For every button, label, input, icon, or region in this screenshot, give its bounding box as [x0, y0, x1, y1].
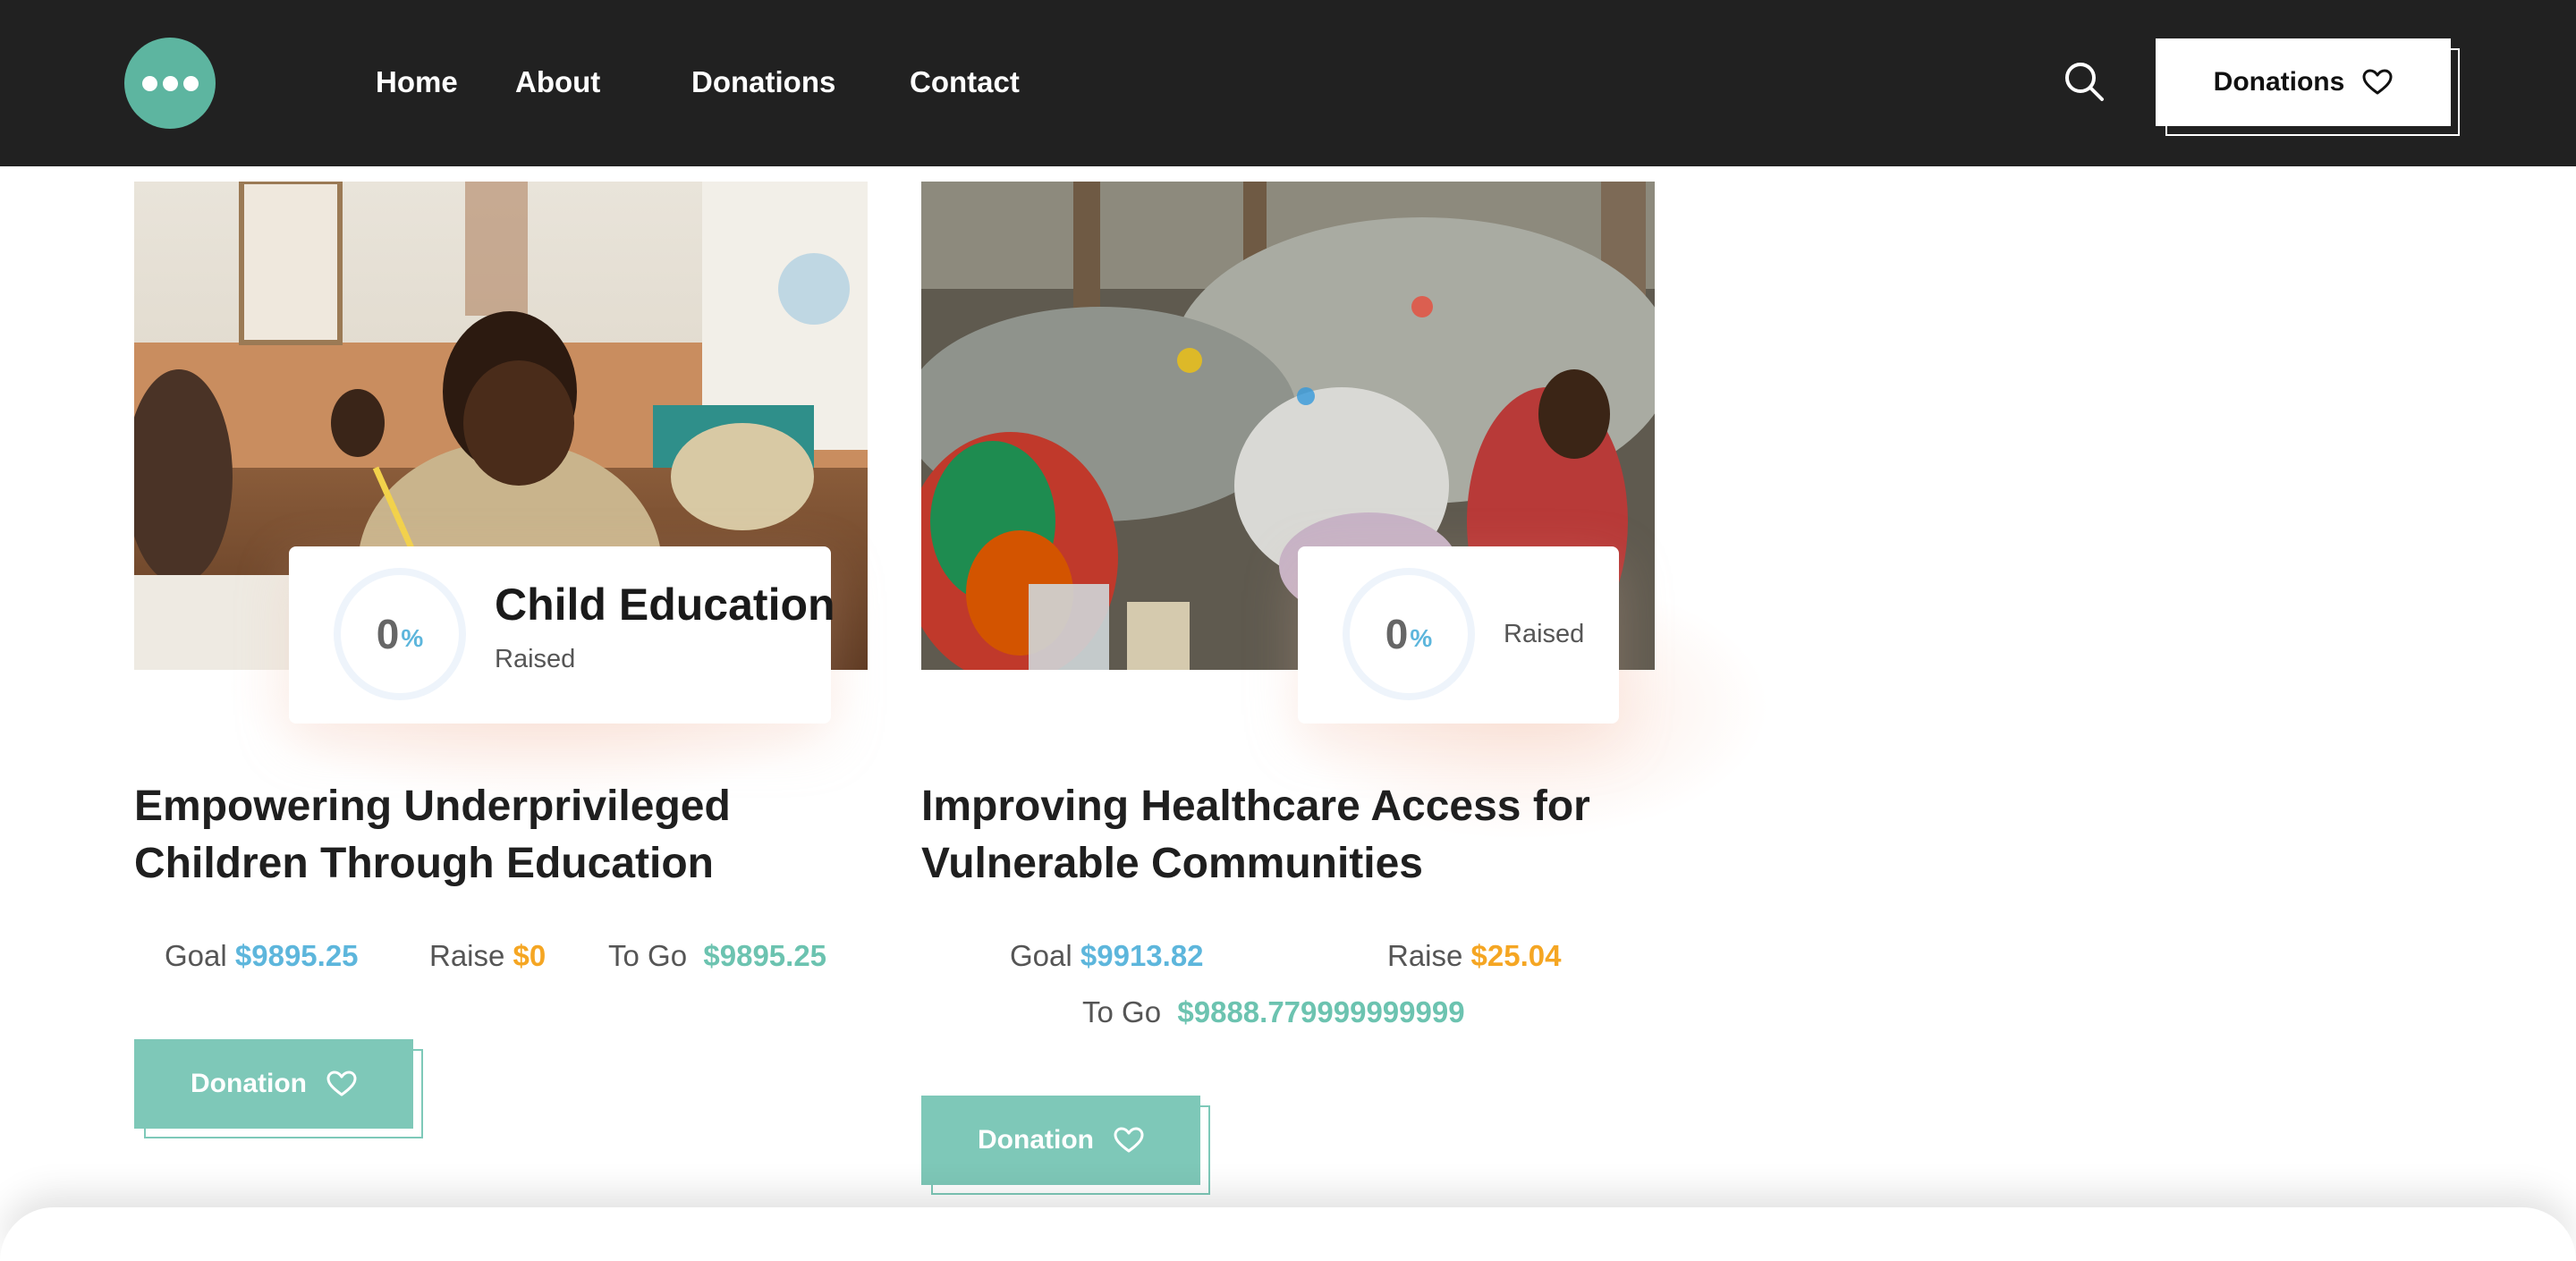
raise-value: $25.04 [1470, 939, 1562, 972]
donation-button-label: Donation [191, 1069, 307, 1098]
togo-label: To Go [608, 939, 688, 972]
progress-percent: 0 [376, 611, 400, 657]
card-title[interactable]: Empowering Underprivileged Children Thro… [134, 778, 877, 893]
progress-card: 0% Raised [1298, 546, 1619, 724]
togo-label: To Go [1082, 995, 1162, 1028]
raised-label: Raised [495, 645, 576, 673]
togo-value: $9895.25 [703, 939, 827, 972]
togo-stat: To Go $9895.25 [608, 939, 826, 973]
heart-icon [2362, 69, 2393, 95]
logo[interactable] [124, 38, 216, 129]
nav-donations-button[interactable]: Donations [2156, 38, 2451, 126]
donation-button-label: Donation [978, 1125, 1094, 1155]
progress-card: 0% Child Education Raised [289, 546, 835, 724]
card-title[interactable]: Improving Healthcare Access for Vulnerab… [921, 778, 1664, 893]
navbar: Home About Donations Contact Donations [0, 0, 2576, 166]
nav-contact-link[interactable]: Contact [910, 63, 1020, 102]
raise-stat: Raise $0 [429, 939, 546, 973]
goal-label: Goal [165, 939, 227, 972]
raise-stat: Raise $25.04 [1387, 939, 1561, 973]
logo-dot [141, 75, 157, 91]
donation-button[interactable]: Donation [134, 1039, 413, 1129]
progress-ring: 0% [1343, 568, 1475, 700]
goal-label: Goal [1010, 939, 1072, 972]
nav-home-link[interactable]: Home [376, 63, 458, 102]
raise-value: $0 [513, 939, 547, 972]
card-category: Child Education [495, 580, 835, 630]
progress-percent: 0 [1385, 611, 1409, 657]
raise-label: Raise [429, 939, 505, 972]
goal-value: $9913.82 [1080, 939, 1204, 972]
donation-button[interactable]: Donation [921, 1096, 1200, 1185]
togo-stat: To Go $9888.779999999999 [1082, 995, 1465, 1029]
raise-label: Raise [1387, 939, 1463, 972]
nav-donations-link[interactable]: Donations [691, 63, 835, 102]
logo-dot [162, 75, 178, 91]
nav-about-link[interactable]: About [515, 63, 600, 102]
logo-dot [182, 75, 199, 91]
raised-label: Raised [1504, 620, 1585, 648]
percent-symbol: % [401, 624, 424, 652]
heart-icon [1114, 1127, 1144, 1153]
nav-donations-button-label: Donations [2213, 67, 2345, 97]
goal-value: $9895.25 [234, 939, 359, 972]
progress-ring: 0% [334, 568, 466, 700]
search-icon[interactable] [2063, 61, 2105, 102]
next-section-edge [0, 1207, 2576, 1261]
heart-icon [326, 1071, 357, 1096]
percent-symbol: % [1410, 624, 1433, 652]
goal-stat: Goal $9895.25 [165, 939, 359, 973]
goal-stat: Goal $9913.82 [1010, 939, 1204, 973]
togo-value: $9888.779999999999 [1177, 995, 1465, 1028]
